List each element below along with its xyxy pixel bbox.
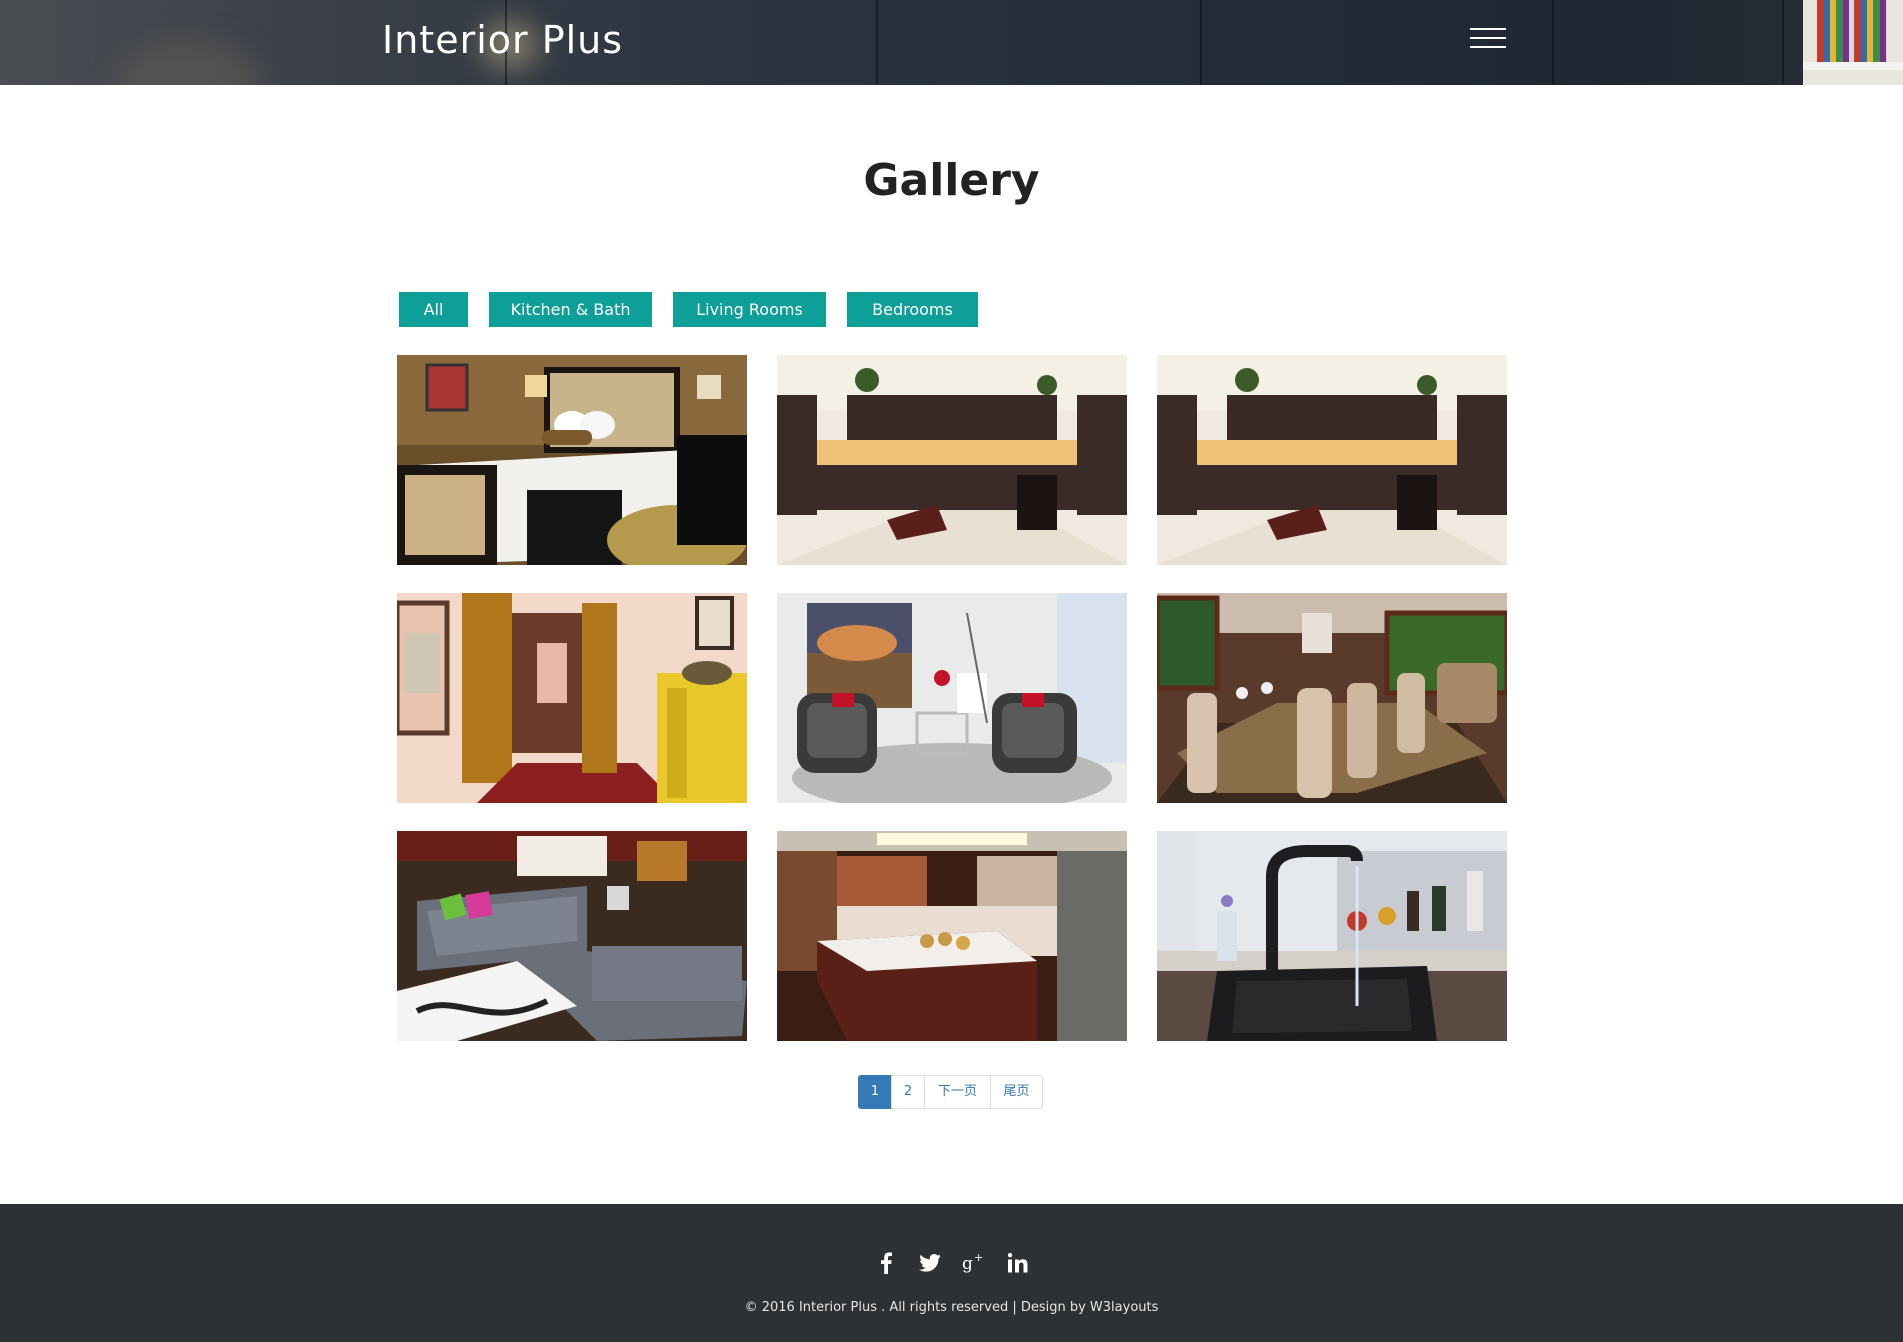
filter-living-rooms-button[interactable]: Living Rooms	[673, 292, 826, 327]
sectional-sofa-photo	[397, 831, 747, 1041]
gallery-image-living-room[interactable]	[777, 593, 1127, 803]
twitter-icon[interactable]	[915, 1248, 945, 1278]
pagination-page-2[interactable]: 2	[891, 1075, 925, 1109]
gallery-image-dining-room[interactable]	[1157, 593, 1507, 803]
svg-text:g: g	[962, 1254, 973, 1274]
living-room-photo	[777, 593, 1127, 803]
site-header: Interior Plus	[0, 0, 1903, 85]
header-background	[1782, 0, 1784, 85]
gallery-image-hallway[interactable]	[397, 593, 747, 803]
bedroom-photo	[397, 355, 747, 565]
svg-text:+: +	[974, 1252, 983, 1264]
pagination-page-1[interactable]: 1	[858, 1075, 892, 1109]
hallway-photo	[397, 593, 747, 803]
bookshelf-books	[1817, 0, 1887, 62]
kitchen-photo	[777, 831, 1127, 1041]
page-title: Gallery	[863, 155, 1040, 206]
gallery-image-kitchen[interactable]	[777, 831, 1127, 1041]
header-background	[1552, 0, 1554, 85]
site-logo[interactable]: Interior Plus	[382, 18, 623, 62]
facebook-icon[interactable]	[871, 1248, 901, 1278]
pagination: 1 2 下一页 尾页	[858, 1075, 1043, 1109]
filter-bedrooms-button[interactable]: Bedrooms	[847, 292, 978, 327]
linkedin-icon[interactable]	[1003, 1248, 1033, 1278]
home-office-photo	[1157, 355, 1507, 565]
filter-all-button[interactable]: All	[399, 292, 468, 327]
social-links: g +	[0, 1248, 1903, 1284]
gallery-image-sink[interactable]	[1157, 831, 1507, 1041]
header-background	[1200, 0, 1202, 85]
hamburger-menu-icon[interactable]	[1470, 28, 1508, 52]
gallery-image-office[interactable]	[777, 355, 1127, 565]
gallery-image-office[interactable]	[1157, 355, 1507, 565]
pagination-next-button[interactable]: 下一页	[924, 1075, 991, 1109]
gallery-image-sectional-sofa[interactable]	[397, 831, 747, 1041]
site-footer: g + © 2016 Interior Plus . All rights res…	[0, 1204, 1903, 1342]
header-bookshelf	[1803, 0, 1903, 85]
filter-kitchen-bath-button[interactable]: Kitchen & Bath	[489, 292, 652, 327]
home-office-photo	[777, 355, 1127, 565]
google-plus-icon[interactable]: g +	[959, 1248, 989, 1278]
kitchen-sink-photo	[1157, 831, 1507, 1041]
header-background	[120, 40, 260, 85]
header-background	[876, 0, 878, 85]
bookshelf-board	[1803, 62, 1903, 70]
copyright-text: © 2016 Interior Plus . All rights reserv…	[744, 1300, 1159, 1315]
gallery-image-bedroom[interactable]	[397, 355, 747, 565]
pagination-last-button[interactable]: 尾页	[990, 1075, 1043, 1109]
dining-room-photo	[1157, 593, 1507, 803]
